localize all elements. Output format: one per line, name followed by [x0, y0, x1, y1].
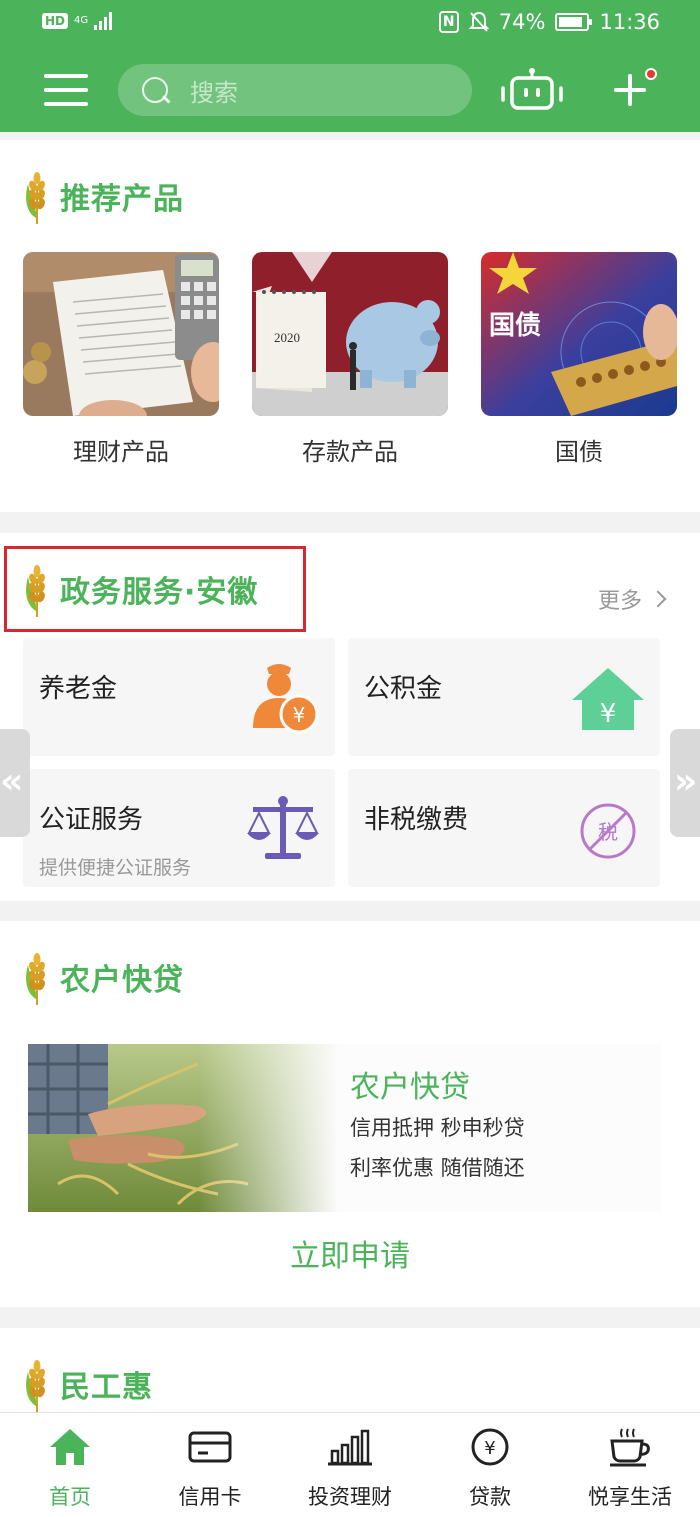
carousel-next-button[interactable]: »: [670, 729, 700, 837]
tile-non-tax-payment[interactable]: 非税缴费 税: [348, 769, 660, 887]
chevron-right-icon: »: [674, 761, 698, 802]
farmer-loan-header: 农户快贷: [22, 949, 184, 1005]
loan-feature: 利率优惠 随借随还: [350, 1156, 525, 1180]
search-placeholder: 搜索: [190, 78, 238, 107]
wheat-icon: [22, 168, 52, 224]
menu-icon[interactable]: [44, 74, 88, 106]
no-tax-icon-text: 税: [598, 820, 618, 844]
section-title: 推荐产品: [60, 182, 184, 217]
tile-pension[interactable]: 养老金 ¥: [23, 638, 335, 756]
tile-title: 公证服务: [39, 805, 144, 835]
recommended-section: 推荐产品 理财产品 2020 存款产品 国债 国债: [0, 140, 700, 512]
coffee-cup-icon: [610, 1428, 650, 1467]
home-icon: [50, 1429, 90, 1465]
bar-chart-icon: [328, 1429, 372, 1466]
plus-icon[interactable]: [612, 72, 648, 108]
tile-title: 非税缴费: [364, 805, 469, 835]
gov-services-header: 政务服务·安徽: [22, 561, 258, 617]
migrant-header: 民工惠: [22, 1356, 153, 1412]
scales-icon: [247, 796, 319, 859]
chevron-right-icon: [649, 590, 667, 608]
piggy-bank-photo: 2020: [252, 252, 448, 416]
tile-title: 养老金: [39, 674, 118, 704]
yuan-coin-icon: ¥: [471, 1428, 509, 1466]
tile-notary[interactable]: 公证服务 提供便捷公证服务: [23, 769, 335, 887]
yuan-sign: ¥: [484, 1438, 495, 1459]
rice-harvest-photo: [28, 1044, 338, 1212]
section-title: 农户快贷: [60, 963, 184, 998]
nav-credit-card[interactable]: 信用卡: [140, 1413, 280, 1517]
calendar-year: 2020: [274, 330, 300, 345]
product-label: 存款产品: [302, 438, 398, 466]
bond-abacus-photo: 国债: [481, 252, 677, 416]
nav-label: 信用卡: [178, 1485, 242, 1509]
more-link[interactable]: 更多: [597, 583, 667, 615]
farmer-loan-section: 农户快贷 农户快贷 信用抵押 秒申秒贷 利率优惠 随借随还 立即申请: [0, 921, 700, 1307]
top-bar: HD 4G N 74% 11:36 搜索: [0, 0, 700, 132]
ledger-calculator-photo: [23, 252, 219, 416]
section-title: 政务服务·安徽: [60, 575, 259, 610]
mute-bell-icon: [468, 11, 489, 32]
tile-subtitle: 提供便捷公证服务: [39, 857, 192, 879]
wheat-icon: [22, 949, 52, 1005]
battery-icon: [555, 13, 593, 31]
product-bond[interactable]: 国债 国债: [481, 252, 677, 467]
loan-feature: 信用抵押 秒申秒贷: [350, 1116, 525, 1140]
search-icon: [140, 75, 170, 105]
nav-lifestyle[interactable]: 悦享生活: [560, 1413, 700, 1517]
nav-home[interactable]: 首页: [0, 1413, 140, 1517]
network-type: 4G: [74, 15, 89, 26]
product-label: 国债: [555, 438, 603, 466]
tile-housing-fund[interactable]: 公积金 ¥: [348, 638, 660, 756]
status-bar: HD 4G N 74% 11:36: [0, 0, 700, 50]
farmer-loan-card[interactable]: 农户快贷 信用抵押 秒申秒贷 利率优惠 随借随还: [28, 1044, 662, 1212]
svg-text:¥: ¥: [293, 703, 306, 727]
nav-loan[interactable]: ¥ 贷款: [420, 1413, 560, 1517]
nav-label: 投资理财: [308, 1485, 392, 1509]
section-title: 民工惠: [60, 1370, 153, 1405]
robot-icon[interactable]: [500, 68, 564, 112]
hd-badge: HD: [42, 13, 69, 29]
search-input[interactable]: 搜索: [118, 64, 472, 116]
credit-card-icon: [188, 1431, 232, 1463]
carousel-prev-button[interactable]: «: [0, 729, 30, 837]
bond-overlay-text: 国债: [489, 311, 541, 341]
apply-now-button[interactable]: 立即申请: [0, 1231, 700, 1275]
nav-label: 首页: [49, 1485, 91, 1509]
pension-person-icon: ¥: [253, 664, 319, 734]
nav-investment[interactable]: 投资理财: [280, 1413, 420, 1517]
more-label: 更多: [597, 589, 642, 614]
chevron-left-icon: «: [0, 761, 24, 802]
no-tax-icon: 税: [580, 803, 636, 859]
notification-dot: [645, 68, 657, 80]
bottom-nav: 首页 信用卡 投资理财 ¥ 贷款 悦享生活: [0, 1412, 700, 1517]
product-wealth[interactable]: 理财产品: [23, 252, 219, 467]
product-label: 理财产品: [73, 438, 169, 466]
migrant-section: 民工惠: [0, 1328, 700, 1412]
tile-title: 公积金: [364, 674, 443, 704]
nav-label: 悦享生活: [588, 1485, 672, 1509]
svg-text:¥: ¥: [600, 699, 617, 729]
gov-services-section: 政务服务·安徽 更多 养老金 ¥ 公积金 ¥ 公证服务 提供便捷公证服务 非税缴…: [0, 533, 700, 901]
battery-percent: 74%: [498, 10, 546, 34]
wheat-icon: [22, 1356, 52, 1412]
signal-icon: [94, 12, 113, 30]
wheat-icon: [22, 561, 52, 617]
clock: 11:36: [599, 10, 660, 34]
nav-label: 贷款: [469, 1485, 511, 1509]
recommended-header: 推荐产品: [22, 168, 184, 224]
product-deposit[interactable]: 2020 存款产品: [252, 252, 448, 467]
house-yuan-icon: ¥: [572, 668, 644, 730]
loan-card-title: 农户快贷: [350, 1070, 470, 1105]
nfc-icon: N: [438, 11, 459, 33]
